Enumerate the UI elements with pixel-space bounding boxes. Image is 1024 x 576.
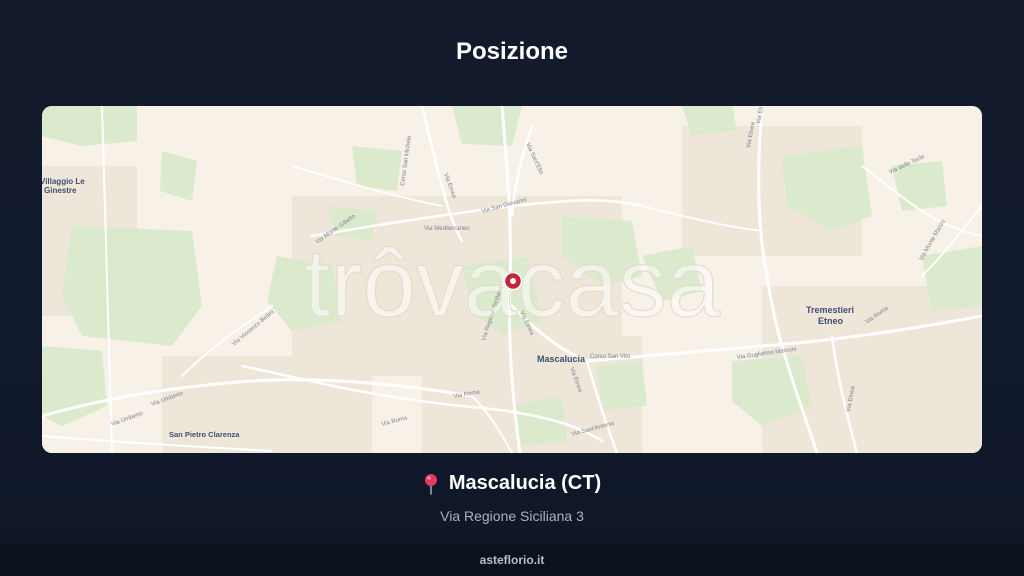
footer-site[interactable]: asteflorio.it	[480, 553, 545, 567]
location-line: Mascalucia (CT)	[423, 472, 601, 495]
place-label-mascalucia: Mascalucia	[537, 354, 586, 364]
place-label-san-pietro: San Pietro Clarenza	[169, 430, 240, 439]
location-info: Mascalucia (CT) Via Regione Siciliana 3	[0, 472, 1024, 524]
street-label: Corso San Vito	[590, 354, 631, 360]
place-label-etneo: Etneo	[818, 316, 844, 326]
page-title: Posizione	[455, 38, 569, 65]
location-city: Mascalucia (CT)	[448, 472, 602, 494]
map[interactable]: Villaggio Le Ginestre Mascalucia Tremest…	[42, 106, 982, 453]
location-marker[interactable]	[503, 271, 523, 291]
round-pushpin-icon	[424, 473, 437, 495]
footer: asteflorio.it	[0, 544, 1024, 576]
place-label-villaggio: Villaggio Le	[42, 177, 85, 186]
location-address: Via Regione Siciliana 3	[440, 507, 584, 524]
place-label-ginestre: Ginestre	[44, 186, 77, 195]
place-label-tremestieri: Tremestieri	[806, 305, 854, 315]
